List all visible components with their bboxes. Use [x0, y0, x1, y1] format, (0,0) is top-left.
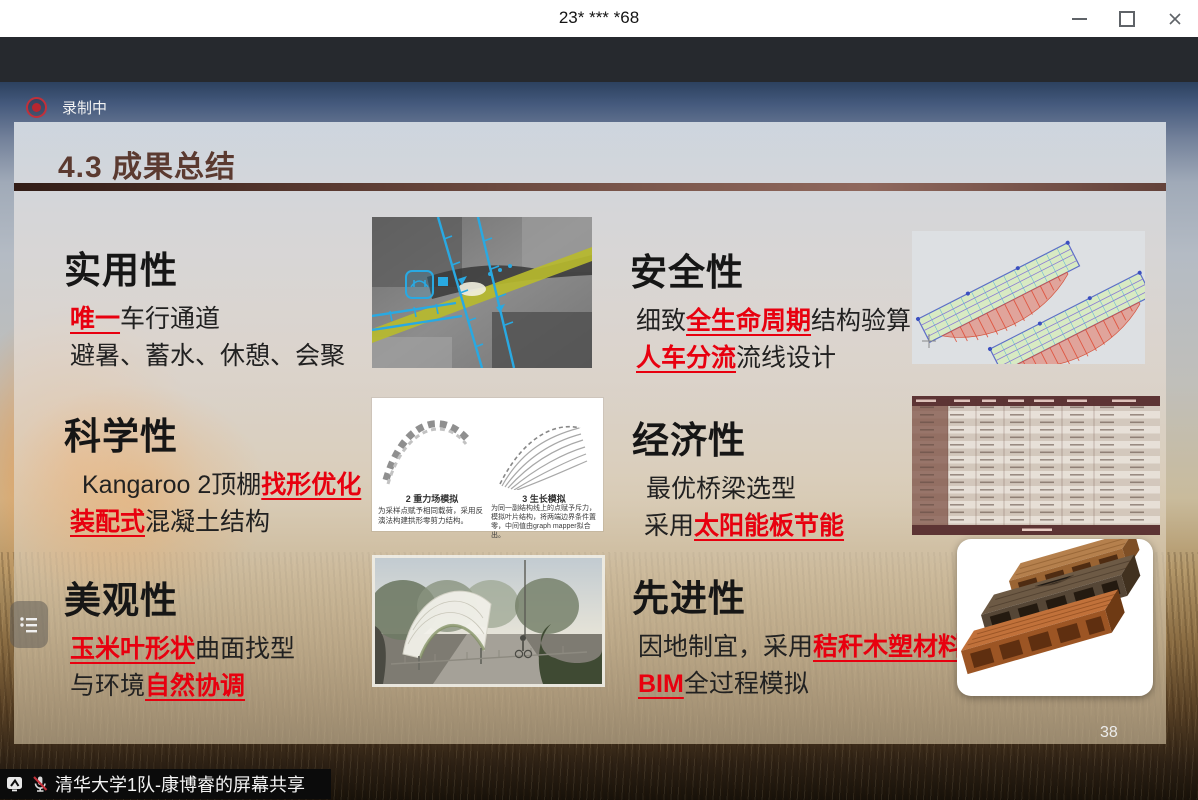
minimize-icon	[1072, 18, 1087, 20]
close-button[interactable]	[1166, 10, 1184, 28]
section-economy: 经济性 最优桥梁选型 采用太阳能板节能	[632, 410, 844, 545]
section-line: Kangaroo 2顶棚找形优化	[64, 467, 361, 504]
section-practicality: 实用性 唯一车行通道 避暑、蓄水、休憩、会聚	[64, 240, 345, 375]
section-line: 唯一车行通道	[64, 301, 345, 338]
close-icon	[1168, 12, 1182, 26]
section-line: 细致全生命周期结构验算	[630, 303, 911, 340]
section-line: 与环境自然协调	[64, 668, 295, 705]
screen-share-label: 清华大学1队-康博睿的屏幕共享	[55, 771, 305, 797]
slide-content-panel: 4.3 成果总结 实用性 唯一车行通道 避暑、蓄水、休憩、会聚 安全性 细致全生…	[14, 122, 1166, 744]
section-advancement: 先进性 因地制宜，采用秸秆木塑材料 BIM全过程模拟	[632, 568, 963, 703]
slideshow-menu-button[interactable]	[10, 601, 48, 648]
cost-table-image	[912, 396, 1160, 535]
app-window: 23* *** *68 录制中 4.3 成果总结 实用性 唯	[0, 0, 1198, 800]
section-heading: 安全性	[630, 242, 911, 296]
section-line: 玉米叶形状曲面找型	[64, 631, 295, 668]
section-line: 因地制宜，采用秸秆木塑材料	[632, 629, 963, 666]
window-controls	[1070, 0, 1184, 37]
record-dot-icon	[26, 97, 47, 118]
canopy-render-image	[372, 555, 605, 687]
section-safety: 安全性 细致全生命周期结构验算 人车分流流线设计	[630, 242, 911, 377]
meeting-toolbar-strip	[0, 37, 1198, 82]
maximize-button[interactable]	[1118, 10, 1136, 28]
section-aesthetics: 美观性 玉米叶形状曲面找型 与环境自然协调	[64, 570, 295, 705]
sim-caption-left: 2 重力场模拟	[380, 492, 484, 505]
window-title: 23* *** *68	[0, 8, 1198, 28]
section-line: 最优桥梁选型	[632, 471, 844, 508]
section-line: 人车分流流线设计	[630, 340, 911, 377]
structural-analysis-image	[912, 231, 1145, 364]
section-heading: 美观性	[64, 570, 295, 624]
section-heading: 科学性	[64, 406, 361, 460]
section-line: BIM全过程模拟	[632, 666, 963, 703]
window-titlebar: 23* *** *68	[0, 0, 1198, 38]
screen-share-icon	[5, 774, 25, 794]
maximize-icon	[1119, 11, 1135, 27]
slides-menu-icon	[17, 613, 41, 637]
section-line: 采用太阳能板节能	[632, 508, 844, 545]
simulation-diagrams-image: 2 重力场模拟 为采样点赋予相同载荷，采用反演法构建拱形零剪力结构。 3 生长模…	[372, 398, 603, 531]
minimize-button[interactable]	[1070, 10, 1088, 28]
aerial-map-image	[372, 217, 592, 368]
bridge-route-badge-icon	[406, 271, 433, 298]
section-heading: 经济性	[632, 410, 844, 464]
mic-muted-icon	[30, 774, 50, 794]
section-heading: 实用性	[64, 240, 345, 294]
section-scientific: 科学性 Kangaroo 2顶棚找形优化 装配式混凝土结构	[64, 406, 361, 541]
recording-indicator: 录制中	[26, 97, 107, 118]
title-rule	[14, 183, 1166, 191]
section-heading: 先进性	[632, 568, 963, 622]
section-line: 避暑、蓄水、休憩、会聚	[64, 338, 345, 375]
slide-page-number: 38	[1100, 724, 1118, 742]
sim-desc-left: 为采样点赋予相同载荷，采用反演法构建拱形零剪力结构。	[378, 506, 484, 525]
sim-desc-right: 为同一副结构线上的点赋予斥力，模拟叶片结构，将两端边界条件置零，中间值由grap…	[491, 504, 597, 540]
section-line: 装配式混凝土结构	[64, 504, 361, 541]
recording-label: 录制中	[62, 97, 107, 118]
wood-material-image	[957, 539, 1153, 696]
shared-screen: 录制中 4.3 成果总结 实用性 唯一车行通道 避暑、蓄水、休憩、会聚 安全性 …	[0, 82, 1198, 800]
slide-title: 4.3 成果总结	[58, 142, 236, 186]
screen-share-bar: 清华大学1队-康博睿的屏幕共享	[0, 769, 331, 799]
